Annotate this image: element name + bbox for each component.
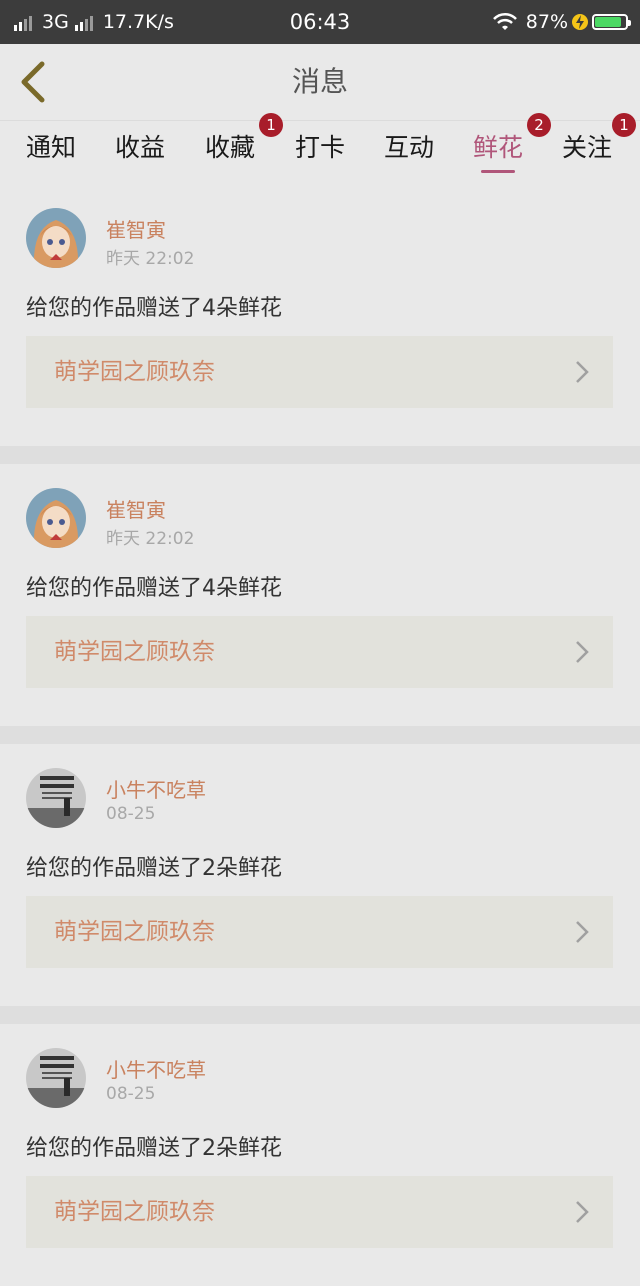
sender-name[interactable]: 崔智寅 bbox=[106, 494, 166, 523]
anime-girl-avatar[interactable] bbox=[26, 488, 86, 548]
work-title: 萌学园之顾玖奈 bbox=[54, 919, 215, 945]
wifi-icon bbox=[492, 12, 517, 30]
message-card: 小牛不吃草 08-25 给您的作品赠送了2朵鲜花 萌学园之顾玖奈 bbox=[0, 726, 640, 1006]
work-link[interactable]: 萌学园之顾玖奈 bbox=[26, 336, 613, 408]
tab-interaction[interactable]: 互动 bbox=[384, 121, 434, 185]
sender-name[interactable]: 崔智寅 bbox=[106, 214, 166, 243]
status-bar: 3G 17.7K/s 06:43 87% bbox=[0, 0, 640, 44]
unread-badge: 1 bbox=[612, 113, 637, 137]
tab-label: 关注 bbox=[562, 133, 613, 162]
message-card: 崔智寅 昨天 22:02 给您的作品赠送了4朵鲜花 萌学园之顾玖奈 bbox=[0, 184, 640, 446]
battery-percent: 87% bbox=[525, 11, 568, 33]
status-right: 87% bbox=[492, 0, 631, 44]
work-link[interactable]: 萌学园之顾玖奈 bbox=[26, 896, 613, 968]
message-text: 给您的作品赠送了2朵鲜花 bbox=[26, 1136, 282, 1161]
sender-name[interactable]: 小牛不吃草 bbox=[106, 1054, 206, 1083]
chevron-right-icon bbox=[576, 1201, 589, 1223]
tab-bar: 通知 收益 收藏 1 打卡 互动 鲜花 2 关注 1 bbox=[0, 113, 640, 185]
message-text: 给您的作品赠送了4朵鲜花 bbox=[26, 296, 282, 321]
tab-checkin[interactable]: 打卡 bbox=[295, 121, 345, 185]
message-text: 给您的作品赠送了4朵鲜花 bbox=[26, 576, 282, 601]
work-title: 萌学园之顾玖奈 bbox=[54, 1199, 215, 1225]
anime-girl-avatar[interactable] bbox=[26, 208, 86, 268]
photo-avatar[interactable] bbox=[26, 1048, 86, 1108]
message-time: 昨天 22:02 bbox=[106, 529, 195, 549]
charging-icon bbox=[572, 14, 588, 30]
tab-flowers[interactable]: 鲜花 2 bbox=[473, 113, 552, 185]
photo-avatar[interactable] bbox=[26, 768, 86, 828]
unread-badge: 1 bbox=[259, 113, 284, 137]
tab-label: 收藏 bbox=[205, 133, 256, 162]
message-card: 小牛不吃草 08-25 给您的作品赠送了2朵鲜花 萌学园之顾玖奈 bbox=[0, 1006, 640, 1286]
sender-name[interactable]: 小牛不吃草 bbox=[106, 774, 206, 803]
message-time: 08-25 bbox=[106, 1084, 156, 1104]
unread-badge: 2 bbox=[527, 113, 552, 137]
chevron-right-icon bbox=[576, 921, 589, 943]
message-text: 给您的作品赠送了2朵鲜花 bbox=[26, 856, 282, 881]
message-card: 崔智寅 昨天 22:02 给您的作品赠送了4朵鲜花 萌学园之顾玖奈 bbox=[0, 446, 640, 726]
page-title: 消息 bbox=[291, 65, 348, 98]
battery-fill bbox=[595, 17, 621, 27]
tab-label: 通知 bbox=[26, 133, 77, 162]
tab-follow[interactable]: 关注 1 bbox=[562, 113, 637, 185]
chevron-right-icon bbox=[576, 361, 589, 383]
nav-bar: 消息 bbox=[0, 44, 640, 120]
work-link[interactable]: 萌学园之顾玖奈 bbox=[26, 616, 613, 688]
tab-earnings[interactable]: 收益 bbox=[115, 121, 165, 185]
work-title: 萌学园之顾玖奈 bbox=[54, 359, 215, 385]
work-link[interactable]: 萌学园之顾玖奈 bbox=[26, 1176, 613, 1248]
work-title: 萌学园之顾玖奈 bbox=[54, 639, 215, 665]
tab-favorites[interactable]: 收藏 1 bbox=[205, 113, 284, 185]
tab-label: 鲜花 bbox=[473, 133, 524, 162]
message-list: 崔智寅 昨天 22:02 给您的作品赠送了4朵鲜花 萌学园之顾玖奈 崔智寅 昨天… bbox=[0, 184, 640, 1286]
tab-label: 打卡 bbox=[295, 133, 346, 162]
tab-label: 收益 bbox=[115, 133, 166, 162]
active-tab-indicator bbox=[481, 170, 516, 173]
tab-label: 互动 bbox=[384, 133, 435, 162]
chevron-right-icon bbox=[576, 641, 589, 663]
message-time: 08-25 bbox=[106, 804, 156, 824]
message-time: 昨天 22:02 bbox=[106, 249, 195, 269]
tab-notice[interactable]: 通知 bbox=[26, 121, 76, 185]
battery-icon bbox=[592, 14, 631, 30]
